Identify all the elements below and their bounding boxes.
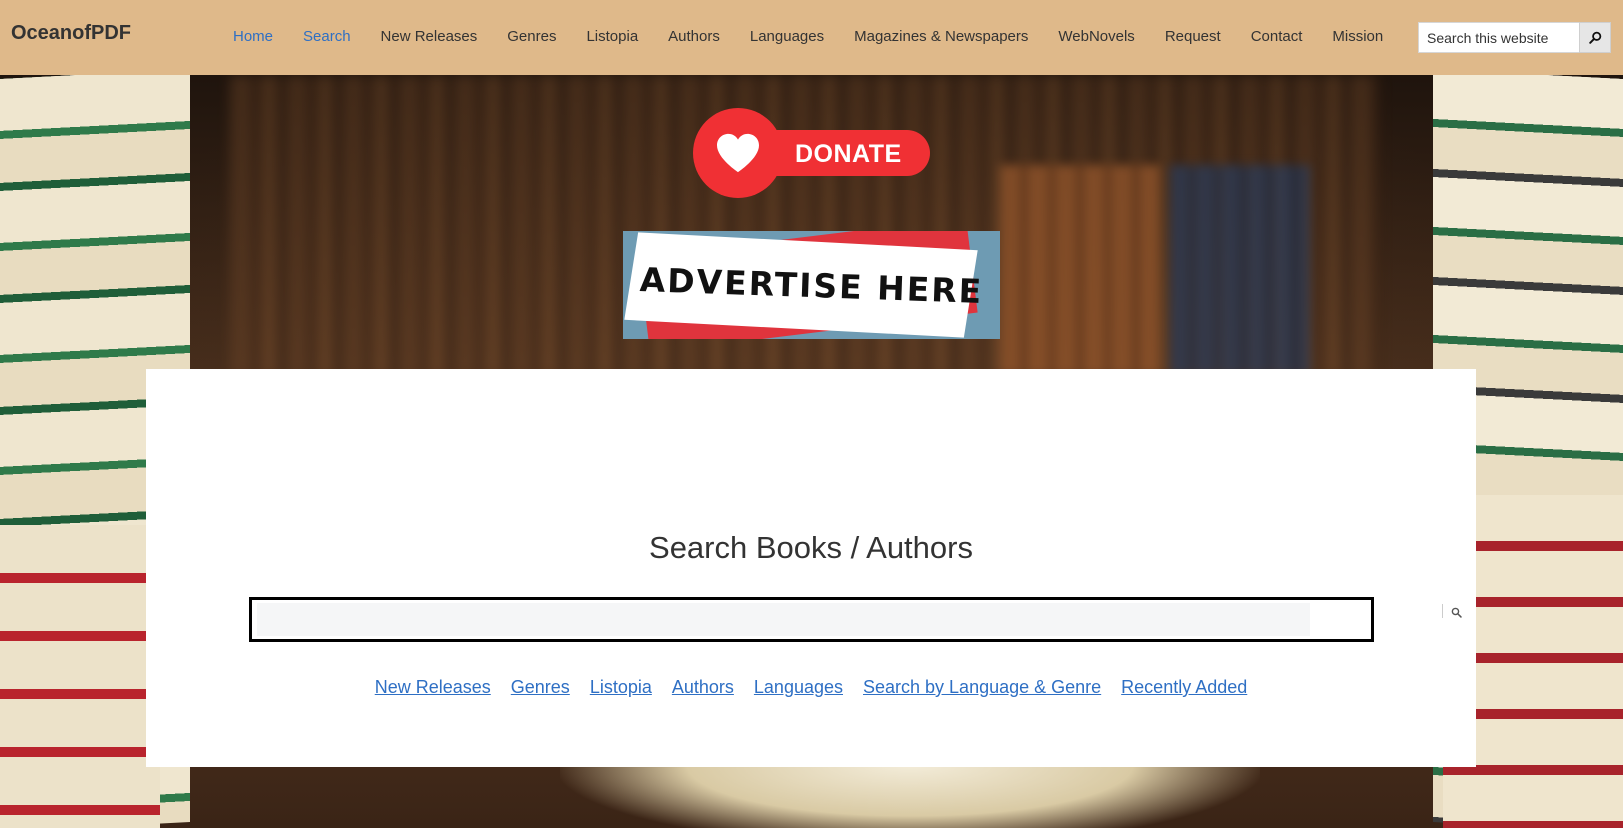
header-search-input[interactable] bbox=[1418, 22, 1579, 53]
open-book bbox=[560, 765, 1260, 828]
nav-item-genres[interactable]: Genres bbox=[507, 28, 556, 45]
nav-item-listopia[interactable]: Listopia bbox=[586, 28, 638, 45]
nav-item-webnovels[interactable]: WebNovels bbox=[1058, 28, 1134, 45]
advertise-banner[interactable]: ADVERTISE HERE bbox=[623, 231, 1000, 339]
main-nav: Home Search New Releases Genres Listopia Auth… bbox=[233, 28, 1413, 45]
nav-item-request[interactable]: Request bbox=[1165, 28, 1221, 45]
quick-link-languages[interactable]: Languages bbox=[754, 677, 843, 698]
search-icon bbox=[1451, 607, 1462, 618]
nav-item-authors[interactable]: Authors bbox=[668, 28, 720, 45]
nav-item-home[interactable]: Home bbox=[233, 28, 273, 45]
search-divider bbox=[1442, 604, 1443, 618]
nav-item-languages[interactable]: Languages bbox=[750, 28, 824, 45]
heart-icon bbox=[717, 133, 759, 173]
site-header: OceanofPDF Home Search New Releases Genres L… bbox=[0, 0, 1623, 75]
search-icon bbox=[1588, 31, 1601, 44]
search-panel: Search Books / Authors New Releases Genre… bbox=[146, 369, 1476, 767]
book-stack-left-lower bbox=[0, 525, 160, 828]
quick-link-authors[interactable]: Authors bbox=[672, 677, 734, 698]
donate-circle bbox=[693, 108, 783, 198]
site-logo[interactable]: OceanofPDF bbox=[11, 22, 131, 45]
quick-links: New Releases Genres Listopia Authors Languag… bbox=[146, 677, 1476, 698]
nav-item-mission[interactable]: Mission bbox=[1332, 28, 1383, 45]
quick-link-search-by-language-genre[interactable]: Search by Language & Genre bbox=[863, 677, 1101, 698]
quick-link-recently-added[interactable]: Recently Added bbox=[1121, 677, 1247, 698]
nav-item-new-releases[interactable]: New Releases bbox=[381, 28, 478, 45]
quick-link-new-releases[interactable]: New Releases bbox=[375, 677, 491, 698]
donate-button[interactable]: DONATE bbox=[693, 108, 930, 198]
bookshelf-blur-orange bbox=[1000, 165, 1160, 375]
book-search-input[interactable] bbox=[257, 603, 1310, 636]
quick-link-genres[interactable]: Genres bbox=[511, 677, 570, 698]
book-search-button[interactable] bbox=[1445, 602, 1467, 622]
nav-item-magazines-newspapers[interactable]: Magazines & Newspapers bbox=[854, 28, 1028, 45]
page-title: Search Books / Authors bbox=[649, 530, 973, 565]
bookshelf-blur-blue bbox=[1170, 165, 1310, 375]
donate-label: DONATE bbox=[795, 140, 902, 168]
quick-link-listopia[interactable]: Listopia bbox=[590, 677, 652, 698]
nav-item-contact[interactable]: Contact bbox=[1251, 28, 1303, 45]
book-search-box bbox=[249, 597, 1462, 642]
header-search-button[interactable] bbox=[1579, 22, 1611, 53]
header-search-form bbox=[1418, 22, 1611, 53]
nav-item-search[interactable]: Search bbox=[303, 28, 351, 45]
